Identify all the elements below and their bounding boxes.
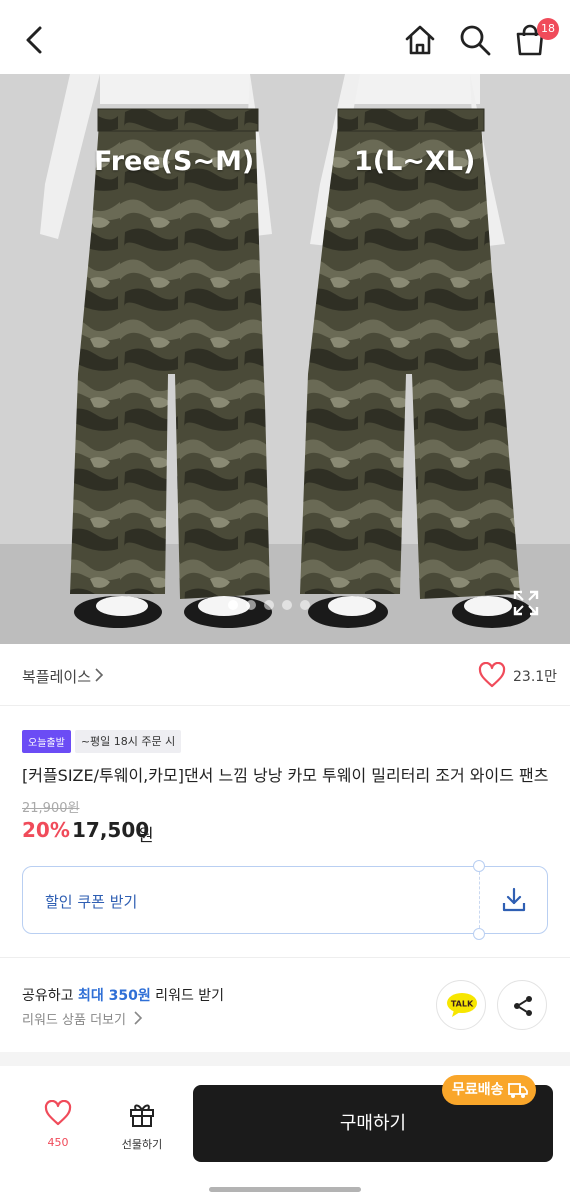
reward-amount: 최대 350원 (77, 988, 151, 1004)
today-shipping-badge: 오늘출발 (22, 730, 71, 753)
delivery-tags: 오늘출발 ~평일 18시 주문 시 (22, 730, 182, 753)
chevron-right-icon (95, 668, 104, 682)
carousel-dot[interactable] (282, 600, 292, 610)
cart-count-badge: 18 (537, 18, 559, 40)
gift-icon (130, 1104, 154, 1127)
expand-icon[interactable] (512, 589, 540, 617)
share-icon (514, 996, 532, 1016)
wishlist-button[interactable]: 450 (34, 1099, 82, 1149)
bottom-action-bar: 450 선물하기 구매하기 무료배송 (0, 1066, 570, 1200)
currency-unit: 원 (138, 826, 154, 846)
kakaotalk-share-button[interactable]: TALK (436, 980, 486, 1030)
coupon-notch (473, 860, 485, 872)
product-title: [커플SIZE/투웨이,카모]댄서 느낌 낭낭 카모 투웨이 밀리터리 조거 와… (22, 766, 549, 785)
top-navigation-bar: 18 (0, 0, 570, 74)
download-icon (502, 887, 526, 912)
section-gap (0, 1052, 570, 1066)
kakaotalk-icon: TALK (447, 993, 477, 1017)
carousel-indicator (228, 600, 310, 610)
coupon-label: 할인 쿠폰 받기 (45, 893, 138, 911)
brand-row: 복플레이스 23.1만 (0, 644, 570, 706)
coupon-notch (473, 928, 485, 940)
coupon-download-button[interactable]: 할인 쿠폰 받기 (22, 860, 548, 940)
free-shipping-badge: 무료배송 (442, 1075, 536, 1105)
product-photo (0, 74, 570, 644)
search-icon[interactable] (457, 22, 493, 58)
svg-text:TALK: TALK (451, 1000, 474, 1009)
section-divider (0, 957, 570, 958)
chevron-right-icon (134, 1011, 143, 1025)
wishlist-count: 450 (47, 1136, 69, 1149)
carousel-dot[interactable] (246, 600, 256, 610)
product-image-carousel[interactable]: Free(S~M) 1(L~XL) (0, 74, 570, 644)
truck-icon (507, 1083, 528, 1098)
heart-icon[interactable] (478, 662, 506, 688)
discount-rate: 20% (22, 818, 70, 842)
carousel-dot[interactable] (300, 600, 310, 610)
gift-button[interactable]: 선물하기 (112, 1100, 172, 1152)
size-label-large: 1(L~XL) (354, 146, 476, 177)
like-count: 23.1만 (513, 669, 558, 685)
reward-title: 공유하고 최대 350원 리워드 받기 (22, 988, 225, 1004)
carousel-dot[interactable] (228, 600, 238, 610)
home-icon[interactable] (402, 22, 438, 58)
size-label-free: Free(S~M) (94, 146, 255, 177)
chevron-left-icon[interactable] (20, 22, 52, 58)
carousel-dot[interactable] (264, 600, 274, 610)
free-shipping-label: 무료배송 (452, 1082, 504, 1098)
heart-icon (44, 1099, 72, 1126)
home-indicator (209, 1187, 361, 1192)
share-button[interactable] (497, 980, 547, 1030)
original-price: 21,900원 (22, 801, 80, 816)
reward-products-link[interactable]: 리워드 상품 더보기 (22, 1009, 126, 1028)
brand-link[interactable]: 복플레이스 (22, 666, 91, 687)
coupon-divider (479, 867, 480, 933)
shipping-condition-badge: ~평일 18시 주문 시 (74, 730, 182, 753)
gift-label: 선물하기 (121, 1138, 163, 1151)
